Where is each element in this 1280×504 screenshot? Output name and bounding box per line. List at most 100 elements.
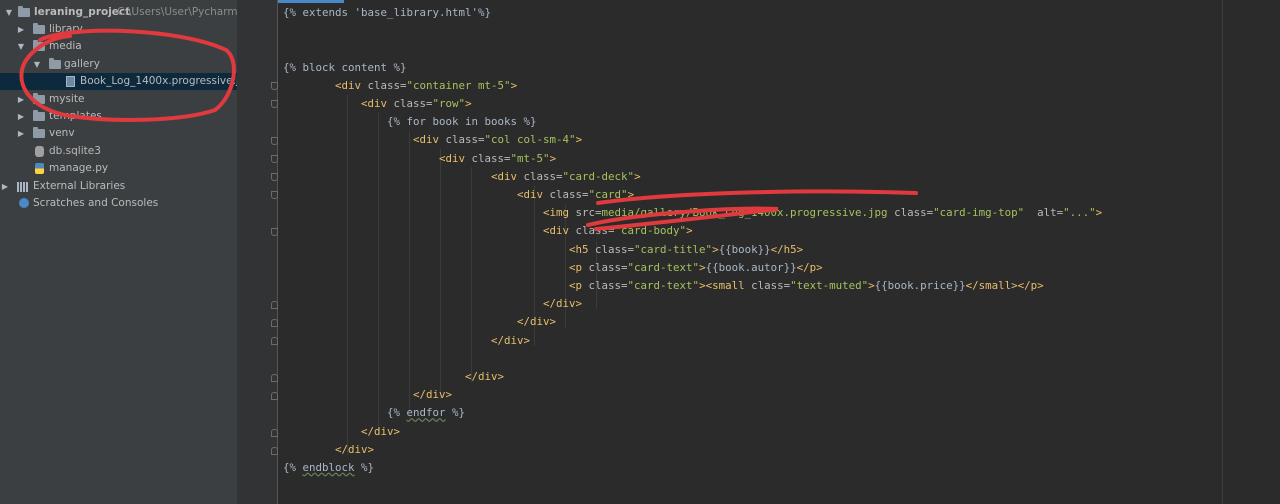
code-token: class=	[471, 151, 511, 165]
code-line[interactable]: <p class="card-text">{{book.autor}}</p>	[283, 259, 823, 277]
code-line[interactable]: <div class="card-deck">	[283, 168, 641, 186]
code-line[interactable]: <div class="card">	[283, 186, 634, 204]
chevron-right-icon[interactable]: ▶	[16, 108, 26, 125]
fold-marker-icon[interactable]	[271, 137, 278, 145]
code-line[interactable]: <p class="card-text"><small class="text-…	[283, 277, 1044, 295]
code-line[interactable]: <img src=media/gallery/Book_Log_1400x.pr…	[283, 204, 1102, 222]
code-line[interactable]: <h5 class="card-title">{{book}}</h5>	[283, 241, 803, 259]
fold-marker-icon[interactable]	[271, 155, 278, 163]
code-token: <div	[543, 224, 576, 238]
folder-icon	[18, 6, 30, 17]
code-line[interactable]: {% for book in books %}	[283, 113, 537, 131]
code-line[interactable]: {% block content %}	[283, 59, 407, 77]
tree-item-library[interactable]: ▶ library	[0, 21, 237, 38]
tree-item-venv[interactable]: ▶ venv	[0, 125, 237, 142]
code-token: "card-text"	[627, 260, 700, 274]
code-line[interactable]: </div>	[283, 295, 582, 313]
chevron-right-icon[interactable]: ▶	[16, 125, 26, 142]
code-line[interactable]: <div class="mt-5">	[283, 150, 556, 168]
fold-marker-icon[interactable]	[271, 191, 278, 199]
code-token: {% block content %}	[283, 60, 407, 74]
fold-marker-icon[interactable]	[271, 100, 278, 108]
tree-item-gallery[interactable]: ▼ gallery	[0, 56, 237, 73]
folder-icon	[33, 127, 45, 138]
editor-gutter	[237, 0, 278, 504]
code-token: </div>	[361, 424, 401, 438]
chevron-right-icon[interactable]: ▶	[16, 21, 26, 38]
chevron-right-icon[interactable]: ▶	[0, 178, 10, 195]
code-line[interactable]: <div class="container mt-5">	[283, 77, 517, 95]
fold-marker-icon[interactable]	[271, 447, 278, 455]
code-line[interactable]: </div>	[283, 332, 530, 350]
tree-item-db-sqlite3[interactable]: db.sqlite3	[0, 143, 237, 160]
fold-marker-icon[interactable]	[271, 374, 278, 382]
code-line[interactable]: <div class="col col-sm-4">	[283, 131, 582, 149]
fold-marker-icon[interactable]	[271, 228, 278, 236]
tree-item-mysite[interactable]: ▶ mysite	[0, 91, 237, 108]
tree-item-manage-py[interactable]: manage.py	[0, 160, 237, 177]
chevron-right-icon[interactable]: ▶	[16, 91, 26, 108]
image-file-icon	[66, 76, 75, 87]
code-line[interactable]: </div>	[283, 441, 374, 459]
code-token: >	[510, 78, 518, 92]
fold-marker-icon[interactable]	[271, 301, 278, 309]
scratches-icon	[19, 198, 29, 208]
code-token: <div	[335, 78, 368, 92]
tree-item-label: Scratches and Consoles	[33, 197, 159, 209]
code-token: "card"	[588, 188, 628, 201]
fold-marker-icon[interactable]	[271, 337, 278, 345]
python-file-icon	[35, 163, 44, 174]
code-token: >	[549, 151, 557, 165]
code-editor[interactable]: {% extends 'base_library.html'%} {% block…	[278, 0, 1280, 504]
fold-marker-icon[interactable]	[271, 173, 278, 181]
code-line[interactable]: {% endfor %}	[283, 404, 465, 422]
code-token: "text-muted"	[790, 279, 869, 292]
tree-item-root[interactable]: ▼ leraning_project C:\Users\User\Pycharm…	[0, 4, 237, 21]
code-token: "col col-sm-4"	[484, 133, 576, 147]
tree-item-book-log-jpg[interactable]: Book_Log_1400x.progressive.jpg	[0, 73, 237, 90]
code-token: class=	[751, 279, 791, 292]
fold-marker-icon[interactable]	[271, 392, 278, 400]
code-token: ><small	[699, 279, 752, 292]
chevron-down-icon[interactable]: ▼	[32, 56, 42, 73]
code-line[interactable]: <div class="card-body">	[283, 222, 693, 240]
code-line[interactable]: {% extends 'base_library.html'%}	[283, 4, 491, 22]
fold-marker-icon[interactable]	[271, 82, 278, 90]
code-line[interactable]: <div class="row">	[283, 95, 472, 113]
tree-item-templates[interactable]: ▶ templates	[0, 108, 237, 125]
code-token: {{book.autor}}	[705, 260, 797, 274]
code-line[interactable]: </div>	[283, 313, 556, 331]
tree-item-external-libraries[interactable]: ▶ External Libraries	[0, 178, 237, 195]
tree-item-media[interactable]: ▼ media	[0, 38, 237, 55]
chevron-down-icon[interactable]: ▼	[4, 4, 14, 21]
code-line[interactable]: {% endblock %}	[283, 459, 374, 477]
folder-icon	[49, 58, 61, 69]
code-token: "..."	[1063, 206, 1096, 220]
code-token: </div>	[335, 442, 375, 456]
fold-marker-icon[interactable]	[271, 429, 278, 437]
code-line[interactable]: </div>	[283, 386, 452, 404]
code-token: "card-text"	[627, 279, 700, 292]
code-token: "card-deck"	[562, 169, 635, 183]
tree-item-label: gallery	[64, 58, 100, 70]
folder-icon	[33, 110, 45, 121]
code-token: %}	[354, 461, 375, 474]
tree-item-label: External Libraries	[33, 180, 126, 192]
code-line[interactable]: </div>	[283, 368, 504, 386]
chevron-down-icon[interactable]: ▼	[16, 38, 26, 55]
code-token: media/gallery/Book_Log_1400x.progressive…	[601, 206, 888, 220]
code-token: {{book}}	[718, 242, 771, 256]
code-token: </small></p>	[965, 279, 1044, 292]
code-line[interactable]: </div>	[283, 423, 400, 441]
tree-item-scratches[interactable]: Scratches and Consoles	[0, 195, 237, 212]
tree-item-label: db.sqlite3	[49, 145, 101, 157]
code-token: >	[465, 97, 472, 110]
code-token: {%	[387, 406, 407, 420]
fold-marker-icon[interactable]	[271, 319, 278, 327]
code-token: </div>	[517, 315, 557, 329]
